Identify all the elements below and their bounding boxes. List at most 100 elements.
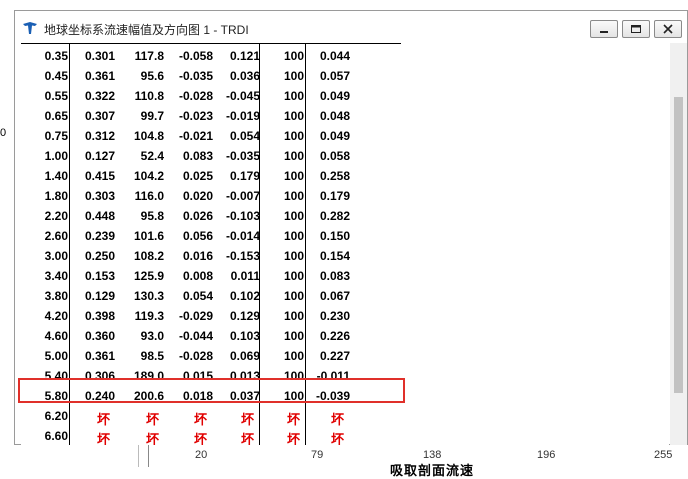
value-cell: 0.282 xyxy=(319,209,350,223)
close-button[interactable] xyxy=(654,20,682,38)
value-cell: 0.303 xyxy=(84,189,115,203)
window-title: 地球坐标系流速幅值及方向图 1 - TRDI xyxy=(44,23,249,37)
minimize-icon xyxy=(600,31,608,33)
value-cell: 0.057 xyxy=(319,69,350,83)
value-cell: 0.150 xyxy=(319,229,350,243)
value-cell: 108.2 xyxy=(133,249,164,263)
depth-cell: 1.40 xyxy=(44,169,68,183)
value-cell: 95.6 xyxy=(140,69,164,83)
value-cell: 0.067 xyxy=(319,289,350,303)
value-cell: 100 xyxy=(283,289,304,303)
value-cell: 0.153 xyxy=(84,269,115,283)
value-cell: 95.8 xyxy=(140,209,164,223)
value-cell: 116.0 xyxy=(134,189,164,203)
scrollbar-thumb[interactable] xyxy=(674,97,683,393)
value-cell: 0.230 xyxy=(319,309,350,323)
value-cell: 117.8 xyxy=(134,49,164,63)
table-row: 1.40 0.415 104.2 0.025 0.179 100 0.258 xyxy=(21,166,401,186)
table-row: 0.65 0.307 99.7 -0.023 -0.019 100 0.048 xyxy=(21,106,401,126)
table-row: 0.45 0.361 95.6 -0.035 0.036 100 0.057 xyxy=(21,66,401,86)
table-row: 0.35 0.301 117.8 -0.058 0.121 100 0.044 xyxy=(21,46,401,66)
value-cell: -0.035 xyxy=(225,149,260,163)
depth-cell: 1.00 xyxy=(44,149,68,163)
table-row: 3.80 0.129 130.3 0.054 0.102 100 0.067 xyxy=(21,286,401,306)
value-cell: 0.227 xyxy=(319,349,350,363)
value-cell: 0.102 xyxy=(229,289,260,303)
value-cell: 0.058 xyxy=(319,149,350,163)
value-cell: 0.226 xyxy=(319,329,350,343)
value-cell: 110.8 xyxy=(134,89,164,103)
depth-cell: 3.40 xyxy=(44,269,68,283)
window-titlebar[interactable]: 地球坐标系流速幅值及方向图 1 - TRDI xyxy=(15,11,687,43)
value-cell: 100 xyxy=(283,129,304,143)
value-cell: 125.9 xyxy=(133,269,164,283)
table-row: 1.80 0.303 116.0 0.020 -0.007 100 0.179 xyxy=(21,186,401,206)
value-cell: 0.020 xyxy=(182,189,213,203)
trdi-logo-icon xyxy=(22,20,38,36)
value-cell: 0.129 xyxy=(229,309,260,323)
table-row: 5.00 0.361 98.5 -0.028 0.069 100 0.227 xyxy=(21,346,401,366)
value-cell: -0.153 xyxy=(225,249,260,263)
depth-cell: 0.35 xyxy=(44,49,68,63)
value-cell: 130.3 xyxy=(133,289,164,303)
table-row: 3.00 0.250 108.2 0.016 -0.153 100 0.154 xyxy=(21,246,401,266)
depth-cell: 0.55 xyxy=(44,89,68,103)
value-cell: 0.312 xyxy=(84,129,115,143)
value-cell: 0.044 xyxy=(319,49,350,63)
table-row: 0.55 0.322 110.8 -0.028 -0.045 100 0.049 xyxy=(21,86,401,106)
value-cell: 100 xyxy=(283,349,304,363)
maximize-icon xyxy=(631,25,641,33)
background-left-marker: 0 xyxy=(0,127,7,139)
table-top-border xyxy=(21,43,401,44)
value-cell: 98.5 xyxy=(140,349,164,363)
depth-cell: 0.75 xyxy=(44,129,68,143)
depth-cell: 0.45 xyxy=(44,69,68,83)
value-cell: -0.007 xyxy=(225,189,260,203)
value-cell: 100 xyxy=(283,49,304,63)
depth-cell: 1.80 xyxy=(44,189,68,203)
depth-cell: 6.60 xyxy=(44,429,68,443)
depth-cell: 2.20 xyxy=(44,209,68,223)
value-cell: 坏 xyxy=(330,433,344,445)
value-cell: 100 xyxy=(283,189,304,203)
value-cell: 0.103 xyxy=(229,329,260,343)
value-cell: 0.054 xyxy=(182,289,213,303)
value-cell: 52.4 xyxy=(140,149,164,163)
value-cell: 100 xyxy=(283,109,304,123)
value-cell: 99.7 xyxy=(140,109,164,123)
value-cell: 0.154 xyxy=(319,249,350,263)
value-cell: 0.307 xyxy=(84,109,115,123)
value-cell: 100 xyxy=(283,249,304,263)
depth-cell: 0.65 xyxy=(44,109,68,123)
value-cell: 坏 xyxy=(286,433,300,445)
value-cell: 0.360 xyxy=(84,329,115,343)
table-row: 4.60 0.360 93.0 -0.044 0.103 100 0.226 xyxy=(21,326,401,346)
axis-tick: 79 xyxy=(311,449,324,461)
value-cell: -0.045 xyxy=(225,89,260,103)
value-cell: 0.049 xyxy=(319,129,350,143)
value-cell: 0.239 xyxy=(84,229,115,243)
value-cell: 0.127 xyxy=(84,149,115,163)
value-cell: 93.0 xyxy=(140,329,164,343)
value-cell: 0.008 xyxy=(182,269,213,283)
value-cell: 0.056 xyxy=(182,229,213,243)
background-chart-title: 吸取剖面流速 xyxy=(390,463,475,478)
value-cell: 100 xyxy=(283,69,304,83)
value-cell: -0.058 xyxy=(178,49,213,63)
value-cell: 0.179 xyxy=(229,169,260,183)
value-cell: 0.121 xyxy=(229,49,260,63)
value-cell: 0.049 xyxy=(319,89,350,103)
value-cell: -0.023 xyxy=(178,109,213,123)
depth-cell: 2.60 xyxy=(44,229,68,243)
minimize-button[interactable] xyxy=(590,20,618,38)
maximize-button[interactable] xyxy=(622,20,650,38)
value-cell: -0.029 xyxy=(178,309,213,323)
value-cell: 0.250 xyxy=(84,249,115,263)
value-cell: 119.3 xyxy=(134,309,164,323)
value-cell: 0.048 xyxy=(319,109,350,123)
axis-tick: 196 xyxy=(537,449,556,461)
value-cell: 100 xyxy=(283,209,304,223)
depth-cell: 4.20 xyxy=(44,309,68,323)
value-cell: 0.016 xyxy=(182,249,213,263)
value-cell: -0.028 xyxy=(178,349,213,363)
